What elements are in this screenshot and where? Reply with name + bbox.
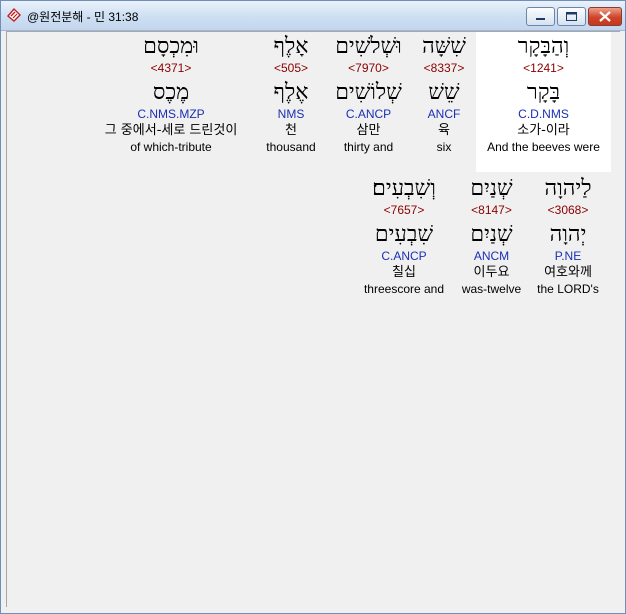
strong-number-link[interactable]: <4371> [85, 61, 257, 75]
app-logo-icon [7, 7, 21, 22]
hebrew-lemma: שְׁלוֹשִׁים [335, 80, 402, 105]
korean-gloss: 이두요 [473, 265, 510, 280]
close-icon [599, 11, 611, 22]
minimize-button[interactable] [526, 7, 555, 26]
hebrew-word: וּשְׁלֹשִׁים [335, 34, 402, 59]
english-gloss: thousand [266, 140, 316, 154]
morphology-code: P.NE [554, 249, 582, 263]
hebrew-lemma: בָּקָר [526, 80, 561, 105]
english-gloss: And the beeves were [487, 140, 600, 154]
close-button[interactable] [588, 7, 622, 26]
window-bottom-edge [1, 607, 625, 613]
word-block[interactable]: וּמִכְסָם <4371> מֶכֶס C.NMS.MZP 그 중에서-세… [85, 32, 257, 155]
strong-number-link[interactable]: <505> [259, 61, 323, 75]
word-block[interactable]: אָלֶף <505> אֶלֶף NMS 천 thousand [259, 32, 323, 155]
english-gloss: thirty and [343, 140, 394, 154]
minimize-icon [536, 18, 545, 20]
hebrew-word: שִׁשָּׁה [422, 34, 466, 59]
english-gloss: of which-tribute [130, 140, 212, 154]
korean-gloss: 칠십 [392, 265, 416, 280]
word-block[interactable]: וְהַבָּקָר <1241> בָּקָר C.D.NMS 소가-이라 A… [476, 32, 611, 172]
app-window: @원전분해 - 민 31:38 וְהַבָּקָר <1241> בָּקָר… [0, 0, 626, 614]
strong-number-link[interactable]: <7970> [325, 61, 412, 75]
hebrew-word: לַיהוָה [544, 176, 592, 201]
morphology-code: C.D.NMS [518, 107, 569, 121]
korean-gloss: 육 [438, 123, 450, 138]
english-gloss: threescore and [363, 282, 445, 296]
hebrew-word: וּמִכְסָם [143, 34, 199, 59]
title-bar[interactable]: @원전분해 - 민 31:38 [1, 1, 625, 31]
korean-gloss: 여호와께 [544, 265, 592, 280]
word-block[interactable]: לַיהוָה <3068> יְהוָה P.NE 여호와께 the LORD… [530, 174, 606, 297]
hebrew-lemma: אֶלֶף [273, 80, 309, 105]
strong-number-link[interactable]: <8147> [455, 203, 528, 217]
analysis-panel: וְהַבָּקָר <1241> בָּקָר C.D.NMS 소가-이라 A… [6, 31, 620, 609]
morphology-code: C.ANCP [345, 107, 392, 121]
korean-gloss: 삼만 [356, 123, 381, 138]
hebrew-word: וְשִׁבְעִים׃ [372, 176, 436, 201]
hebrew-lemma: שִׁבְעִים [374, 222, 434, 247]
window-title: @원전분해 - 민 31:38 [27, 10, 139, 24]
hebrew-word: שְׁנַיִם [470, 176, 513, 201]
word-block[interactable]: וּשְׁלֹשִׁים <7970> שְׁלוֹשִׁים C.ANCP 삼… [325, 32, 412, 155]
morphology-code: ANCM [473, 249, 510, 263]
strong-number-link[interactable]: <3068> [530, 203, 606, 217]
english-gloss: the LORD's [537, 282, 599, 296]
english-gloss: was-twelve [461, 282, 522, 296]
word-block[interactable]: שְׁנַיִם <8147> שְׁנַיִם ANCM 이두요 was-tw… [455, 174, 528, 297]
strong-number-link[interactable]: <8337> [414, 61, 474, 75]
morphology-code: C.ANCP [381, 249, 427, 263]
maximize-button[interactable] [557, 7, 586, 26]
word-block[interactable]: שִׁשָּׁה <8337> שֵׁשׁ ANCF 육 six [414, 32, 474, 155]
word-block[interactable]: וְשִׁבְעִים׃ <7657> שִׁבְעִים C.ANCP 칠십 … [355, 174, 453, 297]
hebrew-word: וְהַבָּקָר [517, 34, 570, 59]
morphology-code: ANCF [427, 107, 461, 121]
hebrew-lemma: שֵׁשׁ [428, 80, 460, 105]
hebrew-word: אָלֶף [273, 34, 309, 59]
strong-number-link[interactable]: <7657> [355, 203, 453, 217]
hebrew-lemma: שְׁנַיִם [470, 222, 513, 247]
korean-gloss: 소가-이라 [517, 123, 570, 138]
korean-gloss: 천 [285, 123, 297, 138]
morphology-code: NMS [277, 107, 305, 121]
korean-gloss: 그 중에서-세로 드린것이 [104, 123, 238, 138]
hebrew-lemma: יְהוָה [549, 222, 587, 247]
strong-number-link[interactable]: <1241> [476, 61, 611, 75]
morphology-code: C.NMS.MZP [137, 107, 205, 121]
hebrew-lemma: מֶכֶס [152, 80, 190, 105]
maximize-icon [566, 12, 577, 21]
english-gloss: six [436, 140, 452, 154]
